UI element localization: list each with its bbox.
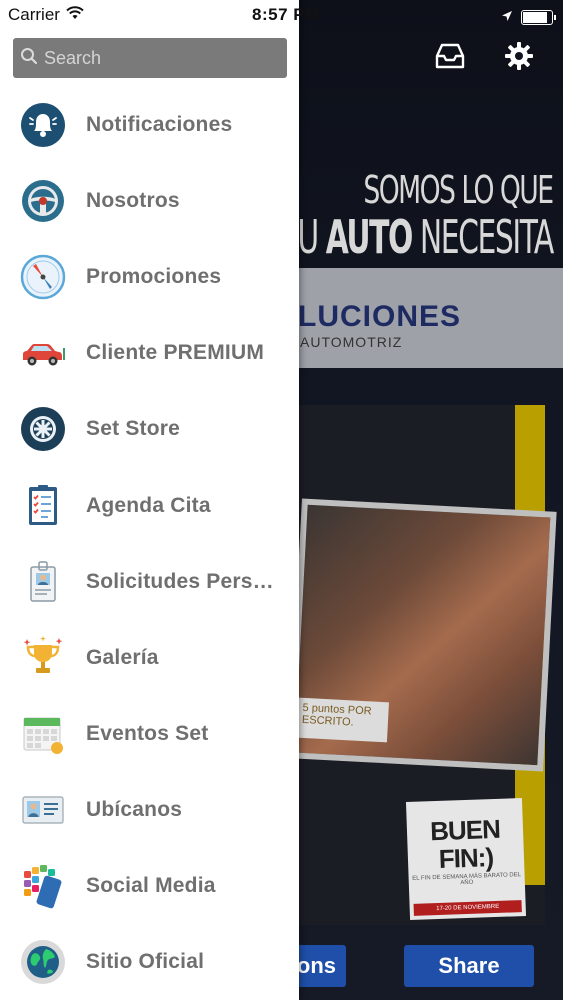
- search-icon: [20, 47, 38, 70]
- menu-item-ubicanos[interactable]: Ubícanos: [0, 772, 299, 848]
- photo-caption: 5 puntos POR ESCRITO.: [297, 697, 389, 743]
- brand-logo-text: LUCIONES: [298, 300, 462, 333]
- menu-item-solicitudes-personal[interactable]: Solicitudes Personal: [0, 544, 299, 620]
- menu-label: Ubícanos: [86, 797, 183, 821]
- calendar-icon: [20, 711, 66, 757]
- share-button[interactable]: Share: [404, 945, 534, 987]
- location-arrow-icon: [501, 7, 513, 27]
- menu-label: Nosotros: [86, 189, 180, 213]
- inbox-icon[interactable]: [432, 38, 468, 74]
- menu-label: Eventos Set: [86, 721, 209, 745]
- car-icon: [20, 330, 66, 376]
- menu-item-social-media[interactable]: Social Media: [0, 848, 299, 924]
- status-time: 8:57 PM: [252, 5, 320, 24]
- search-bar[interactable]: [13, 38, 287, 78]
- steering-wheel-icon: [20, 178, 66, 224]
- brand-logo-subtext: AUTOMOTRIZ: [300, 334, 403, 350]
- menu-label: Promociones: [86, 265, 222, 289]
- menu-item-nosotros[interactable]: Nosotros: [0, 163, 299, 239]
- status-right-icons: [501, 7, 556, 27]
- menu-item-promociones[interactable]: Promociones: [0, 239, 299, 315]
- bell-icon: [20, 102, 66, 148]
- menu-label: Sitio Oficial: [86, 950, 205, 974]
- wifi-icon: [66, 5, 84, 25]
- menu-label: Social Media: [86, 873, 216, 897]
- phone-apps-icon: [20, 863, 66, 909]
- menu-label: Solicitudes Personal: [86, 569, 278, 593]
- side-drawer: Notificaciones Nosotros: [0, 0, 299, 1000]
- carrier-info: Carrier: [8, 5, 84, 25]
- compass-icon: [20, 254, 66, 300]
- menu-item-cliente-premium[interactable]: Cliente PREMIUM: [0, 315, 299, 391]
- brand-logo-band: LUCIONES AUTOMOTRIZ: [290, 268, 563, 368]
- buen-fin-badge: BUEN FIN:) EL FIN DE SEMANA MÁS BARATO D…: [405, 798, 527, 920]
- menu-label: Galería: [86, 645, 159, 669]
- clipboard-checklist-icon: [20, 483, 66, 529]
- menu-label: Notificaciones: [86, 113, 233, 137]
- globe-icon: [20, 939, 66, 985]
- menu-item-agenda-cita[interactable]: Agenda Cita: [0, 467, 299, 543]
- menu-label: Set Store: [86, 417, 180, 441]
- battery-icon: [521, 9, 556, 25]
- id-badge-icon: [20, 559, 66, 605]
- banner-line2: U AUTO NECESITA: [297, 210, 555, 264]
- banner-line1: SOMOS LO QUE: [363, 168, 555, 212]
- promo-banner: SOMOS LO QUE U AUTO NECESITA: [290, 160, 563, 270]
- menu-label: Cliente PREMIUM: [86, 341, 265, 365]
- tire-icon: [20, 406, 66, 452]
- trophy-icon: [20, 635, 66, 681]
- carrier-label: Carrier: [8, 5, 60, 24]
- gear-icon[interactable]: [501, 38, 537, 74]
- menu-item-notificaciones[interactable]: Notificaciones: [0, 87, 299, 163]
- menu-item-eventos-set[interactable]: Eventos Set: [0, 696, 299, 772]
- status-bar: Carrier 8:57 PM: [0, 0, 563, 30]
- menu-item-galeria[interactable]: Galería: [0, 620, 299, 696]
- contact-card-icon: [20, 787, 66, 833]
- menu-label: Agenda Cita: [86, 493, 211, 517]
- drawer-menu: Notificaciones Nosotros Promociones Clie…: [0, 87, 299, 1000]
- menu-item-set-store[interactable]: Set Store: [0, 391, 299, 467]
- menu-item-sitio-oficial[interactable]: Sitio Oficial: [0, 924, 299, 1000]
- search-input[interactable]: [44, 47, 274, 69]
